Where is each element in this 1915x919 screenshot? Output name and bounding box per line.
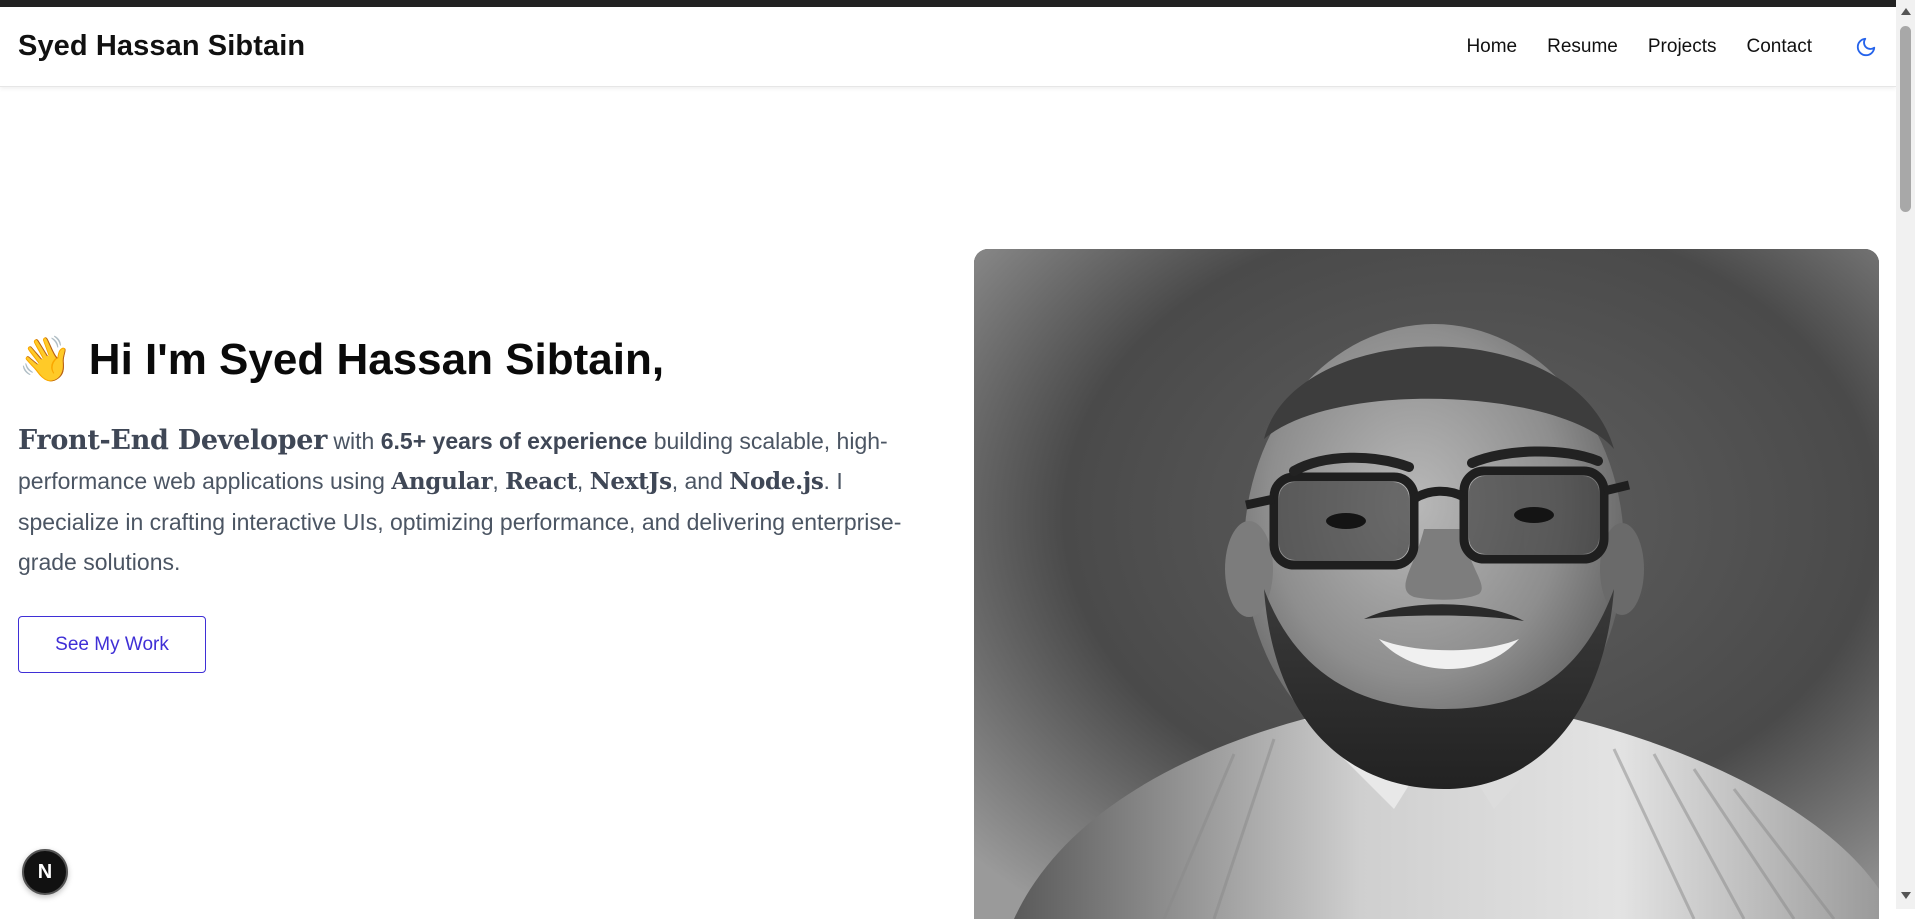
hero-intro: Front-End Developer with 6.5+ years of e… <box>18 421 938 582</box>
nav-projects[interactable]: Projects <box>1648 36 1717 58</box>
tech-nodejs: Node.js <box>729 468 824 495</box>
intro-separator: , and <box>671 468 730 494</box>
browser-top-strip <box>0 0 1915 7</box>
nextjs-icon[interactable]: N <box>22 849 68 895</box>
scroll-down-arrow-icon[interactable] <box>1901 892 1911 899</box>
nav-contact[interactable]: Contact <box>1747 36 1812 58</box>
tech-react: React <box>505 468 577 495</box>
intro-separator: , <box>576 468 590 494</box>
scroll-thumb[interactable] <box>1900 26 1911 212</box>
see-my-work-button[interactable]: See My Work <box>18 616 206 673</box>
role-title: Front-End Developer <box>18 425 328 456</box>
experience-highlight: 6.5+ years of experience <box>380 428 648 454</box>
scroll-up-arrow-icon[interactable] <box>1901 8 1911 15</box>
profile-photo <box>974 249 1879 919</box>
hero-heading-row: 👋 Hi I'm Syed Hassan Sibtain, <box>18 335 938 385</box>
hero-section: 👋 Hi I'm Syed Hassan Sibtain, Front-End … <box>18 335 938 673</box>
moon-icon[interactable] <box>1854 35 1878 59</box>
main-nav: Home Resume Projects Contact <box>1466 35 1878 59</box>
page-scrollbar[interactable] <box>1896 0 1915 909</box>
intro-separator: , <box>492 468 506 494</box>
intro-text: with <box>327 428 381 454</box>
hero-greeting: Hi I'm Syed Hassan Sibtain, <box>88 335 665 384</box>
waving-hand-icon: 👋 <box>18 335 73 384</box>
nav-home[interactable]: Home <box>1466 36 1517 58</box>
nav-resume[interactable]: Resume <box>1547 36 1618 58</box>
site-header: Syed Hassan Sibtain Home Resume Projects… <box>0 7 1896 87</box>
tech-angular: Angular <box>391 468 493 495</box>
site-brand[interactable]: Syed Hassan Sibtain <box>18 30 305 63</box>
tech-nextjs: NextJs <box>589 468 672 495</box>
